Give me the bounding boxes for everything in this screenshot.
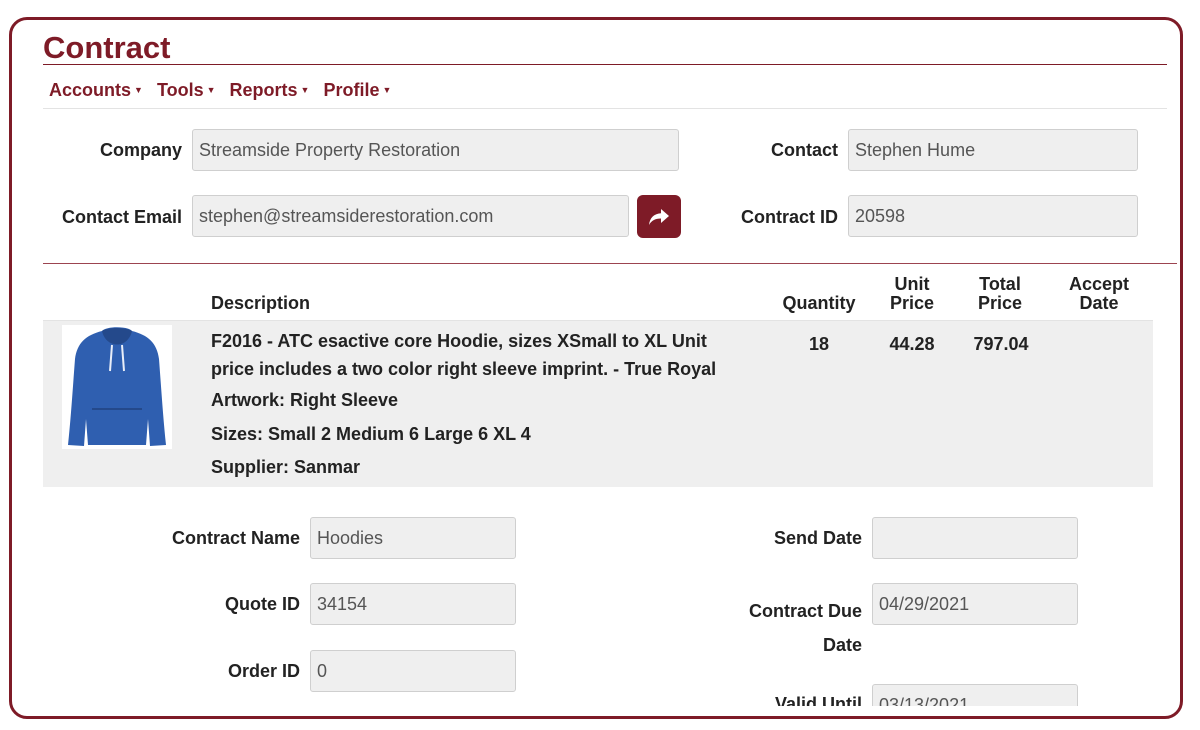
quote-id-field[interactable]: 34154 — [310, 583, 516, 625]
col-header-total-price-line2: Price — [977, 293, 1023, 313]
contract-panel-content: Contract Accounts ▼ Tools ▼ Reports ▼ Profi… — [12, 20, 1180, 706]
contract-name-label: Contract Name — [171, 528, 300, 548]
contract-due-date-label-line1: Contract Due — [748, 601, 862, 621]
col-header-total-price: Total Price — [960, 275, 1040, 313]
title-divider — [43, 64, 1167, 65]
caret-down-icon: ▼ — [300, 85, 310, 95]
caret-down-icon: ▼ — [382, 85, 392, 95]
col-header-description: Description — [211, 293, 311, 313]
item-total-price: 797.04 — [973, 334, 1029, 354]
send-email-button[interactable] — [637, 195, 681, 238]
col-header-unit-price-line1: Unit — [894, 274, 930, 294]
col-header-accept-date-line1: Accept — [1068, 274, 1130, 294]
nav-accounts-menu[interactable]: Accounts ▼ — [49, 80, 143, 101]
valid-until-label: Valid Until — [774, 694, 862, 706]
item-supplier-line: Supplier: Sanmar — [211, 457, 361, 477]
nav-reports-label: Reports — [229, 80, 298, 100]
contract-due-date-field[interactable]: 04/29/2021 — [872, 583, 1078, 625]
col-header-accept-date: Accept Date — [1056, 275, 1142, 313]
send-date-label: Send Date — [773, 528, 862, 548]
send-date-field[interactable] — [872, 517, 1078, 559]
contract-name-field[interactable]: Hoodies — [310, 517, 516, 559]
hoodie-product-image — [62, 325, 172, 449]
col-header-unit-price: Unit Price — [872, 275, 952, 313]
item-artwork-line: Artwork: Right Sleeve — [211, 390, 399, 410]
item-description-line: price includes a two color right sleeve … — [211, 359, 717, 379]
nav-tools-label: Tools — [156, 80, 204, 100]
share-arrow-icon — [649, 208, 669, 225]
col-header-total-price-line1: Total — [979, 274, 1021, 294]
item-unit-price: 44.28 — [889, 334, 935, 354]
col-header-quantity: Quantity — [782, 293, 856, 313]
item-sizes-line: Sizes: Small 2 Medium 6 Large 6 XL 4 — [211, 424, 531, 444]
caret-down-icon: ▼ — [206, 85, 216, 95]
caret-down-icon: ▼ — [134, 85, 143, 95]
contract-id-field[interactable]: 20598 — [848, 195, 1138, 237]
col-header-unit-price-line2: Price — [889, 293, 935, 313]
nav-profile-label: Profile — [323, 80, 380, 100]
nav-reports-menu[interactable]: Reports ▼ — [230, 80, 310, 101]
contact-email-field[interactable]: stephen@streamsiderestoration.com — [192, 195, 629, 237]
nav-accounts-label: Accounts — [49, 80, 132, 100]
contact-field[interactable]: Stephen Hume — [848, 129, 1138, 171]
item-quantity: 18 — [808, 334, 830, 354]
contract-id-label: Contract ID — [740, 207, 838, 227]
quote-id-label: Quote ID — [225, 594, 300, 614]
nav-profile-menu[interactable]: Profile ▼ — [323, 80, 391, 101]
contact-email-label: Contact Email — [61, 207, 182, 227]
order-id-label: Order ID — [227, 661, 300, 681]
order-id-field[interactable]: 0 — [310, 650, 516, 692]
top-nav: Accounts ▼ Tools ▼ Reports ▼ Profile ▼ — [49, 80, 391, 101]
col-header-accept-date-line2: Date — [1079, 293, 1119, 313]
contract-panel: Contract Accounts ▼ Tools ▼ Reports ▼ Profi… — [9, 17, 1183, 719]
contact-label: Contact — [771, 140, 838, 160]
nav-divider — [43, 108, 1167, 109]
nav-tools-menu[interactable]: Tools ▼ — [157, 80, 216, 101]
company-label: Company — [99, 140, 182, 160]
hoodie-body-shape — [68, 327, 166, 446]
page-title: Contract — [43, 30, 171, 65]
contract-due-date-label: Contract Due Date — [712, 594, 862, 662]
contract-due-date-label-line2: Date — [822, 635, 862, 655]
company-field[interactable]: Streamside Property Restoration — [192, 129, 679, 171]
item-description-line: F2016 - ATC esactive core Hoodie, sizes … — [211, 331, 707, 351]
valid-until-field[interactable]: 03/13/2021 — [872, 684, 1078, 706]
section-divider — [43, 263, 1177, 264]
